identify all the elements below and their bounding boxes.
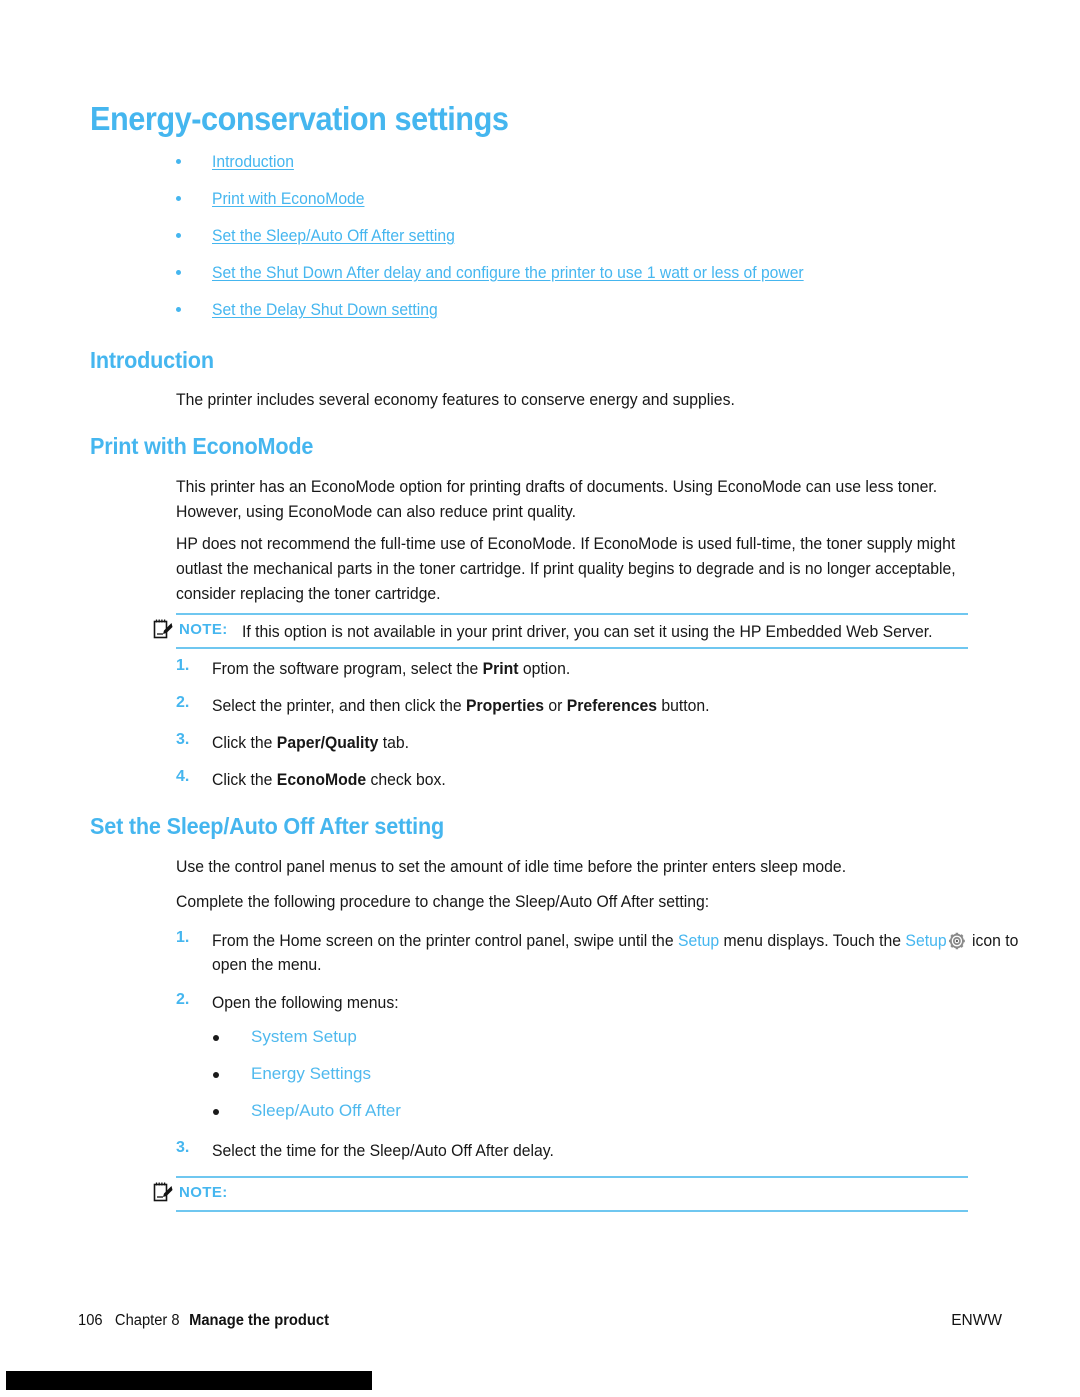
note-rule-bottom [176, 1210, 968, 1212]
step-text: From the Home screen on the printer cont… [212, 932, 1019, 974]
document-page: Energy-conservation settings Introductio… [0, 0, 1080, 1397]
step-item: 3. Click the Paper/Quality tab. [176, 731, 1056, 768]
menu-item[interactable]: Energy Settings [213, 1064, 813, 1101]
step-number: 1. [176, 929, 190, 946]
step-text: Select the time for the Sleep/Auto Off A… [212, 1142, 554, 1160]
page-title: Energy-conservation settings [90, 100, 509, 137]
step-number: 4. [176, 768, 190, 785]
toc-link-shut-down-after[interactable]: Set the Shut Down After delay and config… [212, 263, 804, 283]
step-text: Click the EconoMode check box. [212, 771, 446, 789]
toc-item[interactable]: Set the Shut Down After delay and config… [176, 263, 1056, 300]
step-number: 3. [176, 1139, 190, 1156]
toc-item[interactable]: Print with EconoMode [176, 189, 1056, 226]
menu-item-energy-settings[interactable]: Energy Settings [251, 1064, 371, 1084]
paragraph-economode-1: This printer has an EconoMode option for… [176, 478, 938, 521]
note-box-sleep: NOTE: [153, 1176, 968, 1212]
step-item: 2. Open the following menus: [176, 991, 1056, 1028]
note-pencil-icon [153, 618, 173, 640]
toc-item[interactable]: Set the Sleep/Auto Off After setting [176, 226, 1056, 263]
locale-code: ENWW [951, 1312, 1002, 1329]
note-label: NOTE: [179, 1184, 228, 1201]
steps-list-sleep-cont: 3. Select the time for the Sleep/Auto Of… [176, 1139, 1056, 1176]
step-number: 2. [176, 694, 190, 711]
paragraph-sleep-1: Use the control panel menus to set the a… [176, 858, 847, 876]
bullet-icon [176, 307, 181, 312]
page-number: 106 [78, 1312, 103, 1329]
step-item: 1. From the Home screen on the printer c… [176, 929, 1056, 991]
setup-icon-link[interactable]: Setup [905, 932, 946, 950]
paragraph-economode-2: HP does not recommend the full-time use … [176, 535, 956, 603]
step-text: Select the printer, and then click the P… [212, 697, 710, 715]
bullet-icon [213, 1035, 219, 1041]
menu-path-list: System Setup Energy Settings Sleep/Auto … [213, 1027, 813, 1138]
menu-item[interactable]: Sleep/Auto Off After [213, 1101, 813, 1138]
bullet-icon [176, 159, 181, 164]
bullet-icon [213, 1072, 219, 1078]
heading-sleep-auto-off: Set the Sleep/Auto Off After setting [90, 813, 444, 839]
menu-item-system-setup[interactable]: System Setup [251, 1027, 357, 1047]
note-text: If this option is not available in your … [242, 623, 933, 641]
steps-list-economode: 1. From the software program, select the… [176, 657, 1056, 805]
toc-link-list: Introduction Print with EconoMode Set th… [176, 152, 1056, 337]
note-rule-bottom [176, 647, 968, 649]
toc-link-print-with-economode[interactable]: Print with EconoMode [212, 189, 364, 209]
footer-left: 106 Chapter 8 Manage the product [78, 1312, 329, 1330]
note-box-economode: NOTE: If this option is not available in… [153, 613, 968, 649]
step-number: 2. [176, 991, 190, 1008]
step-text: Open the following menus: [212, 994, 399, 1012]
step-item: 3. Select the time for the Sleep/Auto Of… [176, 1139, 1056, 1176]
note-label: NOTE: [179, 621, 228, 638]
step-item: 4. Click the EconoMode check box. [176, 768, 1056, 805]
menu-item[interactable]: System Setup [213, 1027, 813, 1064]
bullet-icon [176, 270, 181, 275]
bullet-icon [176, 233, 181, 238]
toc-link-introduction[interactable]: Introduction [212, 152, 294, 172]
heading-introduction: Introduction [90, 347, 214, 373]
note-rule-top [176, 613, 968, 615]
step-number: 1. [176, 657, 190, 674]
setup-menu-link[interactable]: Setup [678, 932, 719, 950]
step-text: From the software program, select the Pr… [212, 660, 571, 678]
heading-print-with-economode: Print with EconoMode [90, 433, 314, 459]
toc-link-sleep-auto-off[interactable]: Set the Sleep/Auto Off After setting [212, 226, 455, 246]
paragraph-introduction: The printer includes several economy fea… [176, 391, 735, 409]
steps-list-sleep: 1. From the Home screen on the printer c… [176, 929, 1056, 1028]
note-rule-top [176, 1176, 968, 1178]
toc-link-delay-shut-down[interactable]: Set the Delay Shut Down setting [212, 300, 438, 320]
bullet-icon [213, 1109, 219, 1115]
note-pencil-icon [153, 1181, 173, 1203]
gear-icon [949, 932, 966, 950]
toc-item[interactable]: Introduction [176, 152, 1056, 189]
menu-item-sleep-auto-off-after[interactable]: Sleep/Auto Off After [251, 1101, 401, 1121]
section-label: Manage the product [189, 1312, 330, 1329]
chapter-label: Chapter 8 [114, 1312, 180, 1329]
step-number: 3. [176, 731, 190, 748]
step-item: 1. From the software program, select the… [176, 657, 1056, 694]
step-item: 2. Select the printer, and then click th… [176, 694, 1056, 731]
toc-item[interactable]: Set the Delay Shut Down setting [176, 300, 1056, 337]
paragraph-sleep-2: Complete the following procedure to chan… [176, 893, 710, 911]
bullet-icon [176, 196, 181, 201]
scan-artifact-bar [6, 1371, 372, 1390]
step-text: Click the Paper/Quality tab. [212, 734, 410, 752]
